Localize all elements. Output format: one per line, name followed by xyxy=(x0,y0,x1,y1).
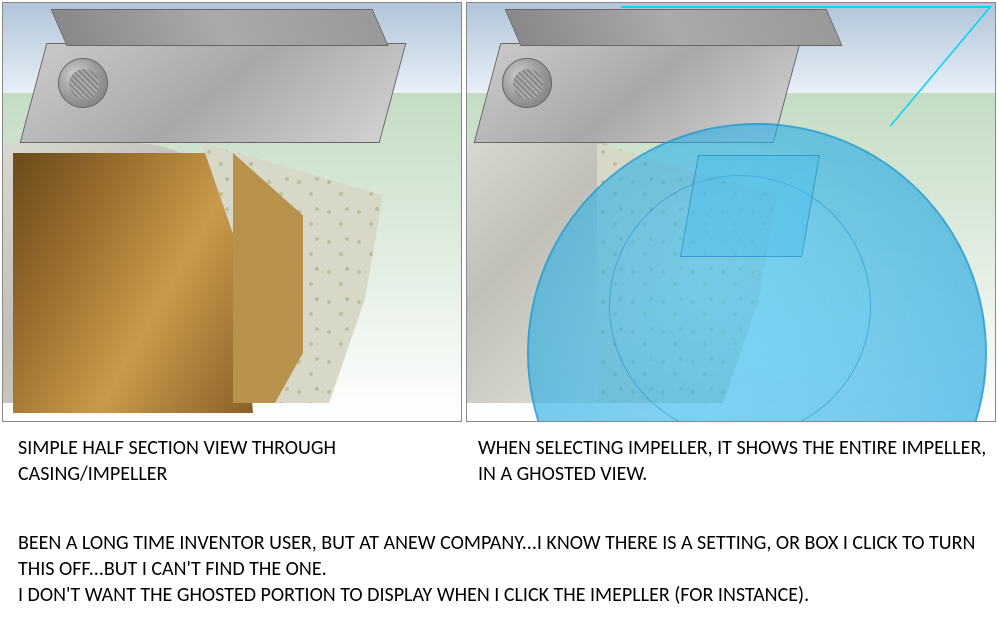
comparison-images-row xyxy=(0,0,999,424)
caption-left: SIMPLE HALF SECTION VIEW THROUGH CASING/… xyxy=(18,435,458,487)
impeller-part-section xyxy=(13,153,253,413)
question-body-text: BEEN A LONG TIME INVENTOR USER, BUT AT A… xyxy=(18,530,978,608)
cad-view-left xyxy=(2,2,462,422)
caption-right: WHEN SELECTING IMPELLER, IT SHOWS THE EN… xyxy=(478,435,988,487)
cad-view-right xyxy=(466,2,996,422)
hex-bolt-icon xyxy=(58,58,108,108)
body-line-1: BEEN A LONG TIME INVENTOR USER, BUT AT A… xyxy=(18,530,978,582)
body-line-2: I DON'T WANT THE GHOSTED PORTION TO DISP… xyxy=(18,582,978,608)
